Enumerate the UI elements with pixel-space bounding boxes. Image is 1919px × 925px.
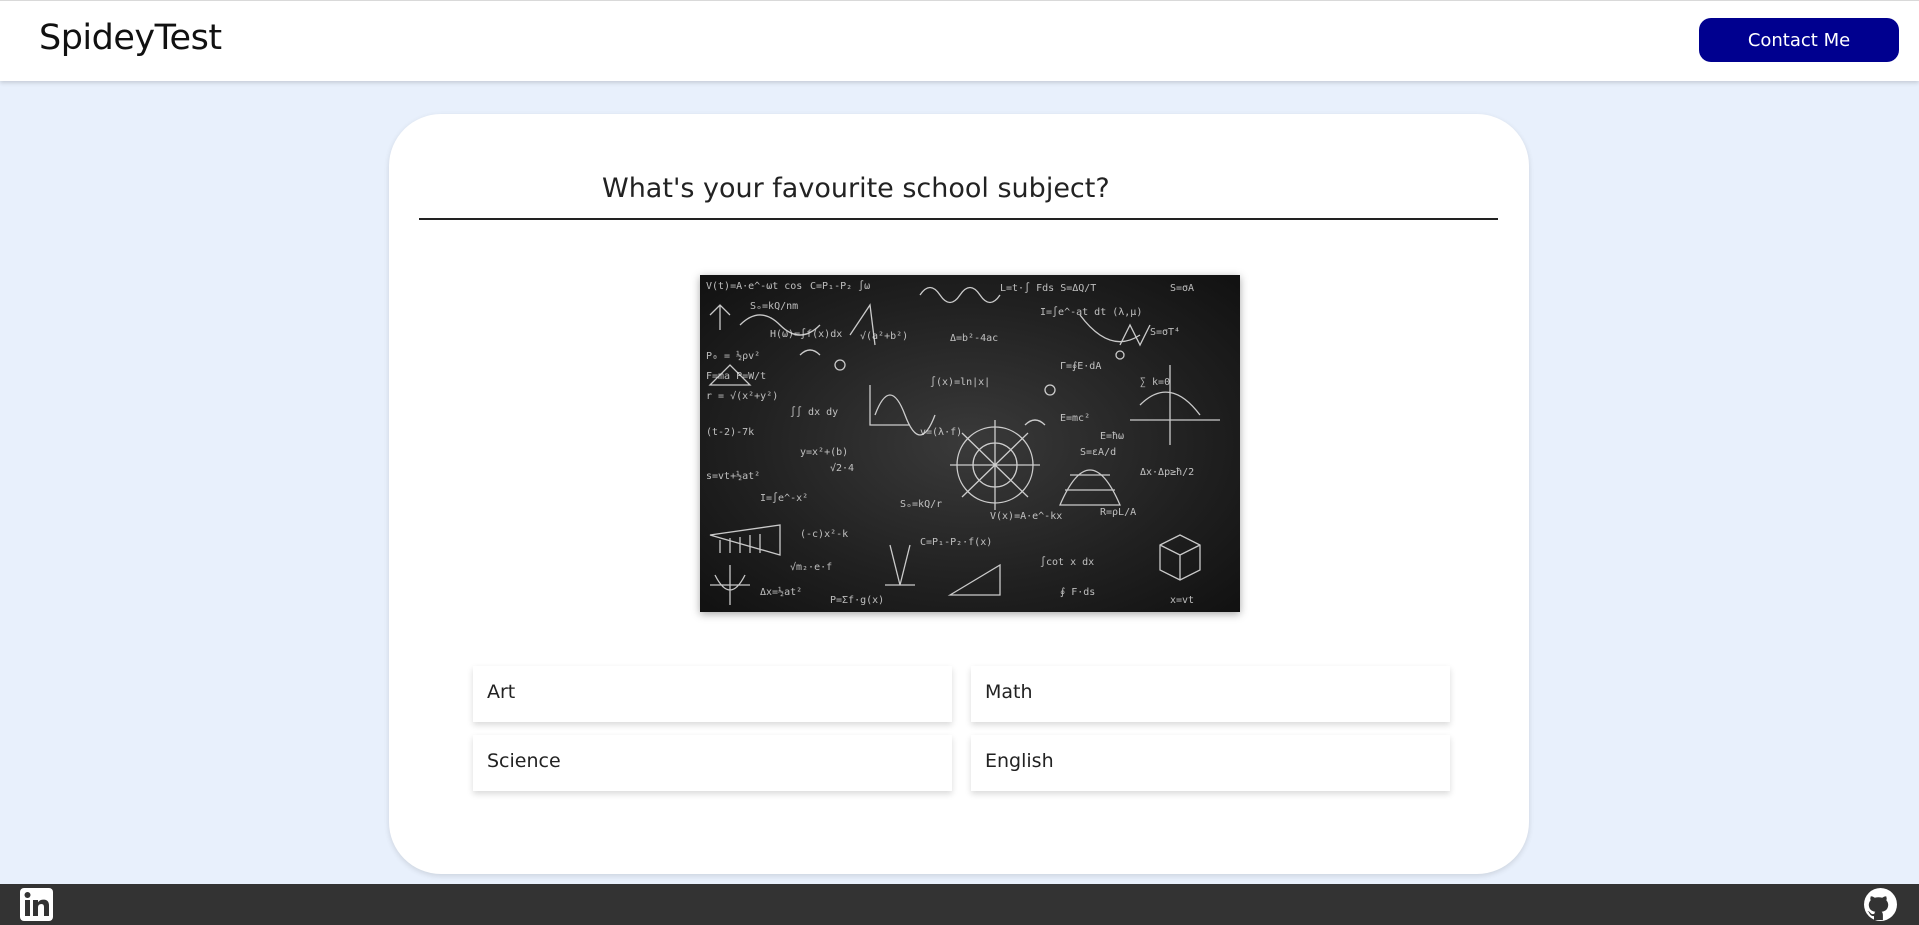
linkedin-icon[interactable]	[19, 887, 54, 922]
svg-text:(-c)x²-k: (-c)x²-k	[800, 529, 848, 540]
contact-me-button[interactable]: Contact Me	[1699, 18, 1899, 62]
option-math[interactable]: Math	[971, 666, 1450, 722]
svg-text:S=σA: S=σA	[1170, 283, 1194, 294]
option-english[interactable]: English	[971, 735, 1450, 791]
svg-text:I=∫e^-x²: I=∫e^-x²	[760, 492, 808, 504]
option-art[interactable]: Art	[473, 666, 952, 722]
question-divider	[419, 218, 1498, 220]
svg-text:V(x)=A·e^-kx: V(x)=A·e^-kx	[990, 511, 1062, 522]
github-icon[interactable]	[1863, 887, 1898, 922]
svg-text:Sₒ=kQ/nm: Sₒ=kQ/nm	[750, 301, 798, 312]
svg-text:F=ma P=W/t: F=ma P=W/t	[706, 371, 766, 382]
svg-text:P₀ = ½ρv²: P₀ = ½ρv²	[706, 350, 760, 362]
svg-text:C=P₁-P₂ ∫ω: C=P₁-P₂ ∫ω	[810, 280, 870, 292]
svg-text:I=∫e^-at dt (λ,μ): I=∫e^-at dt (λ,μ)	[1040, 306, 1142, 318]
svg-text:√m₂·e·f: √m₂·e·f	[790, 561, 832, 573]
svg-text:√2·4: √2·4	[830, 462, 854, 474]
svg-text:Γ=∮E·dA: Γ=∮E·dA	[1060, 361, 1101, 372]
option-science[interactable]: Science	[473, 735, 952, 791]
svg-text:r = √(x²+y²): r = √(x²+y²)	[706, 390, 778, 402]
svg-text:∫cot x dx: ∫cot x dx	[1040, 556, 1094, 568]
svg-text:S=εA/d: S=εA/d	[1080, 447, 1116, 458]
question-image: V(t)=A·e^-ωt cos C=P₁-P₂ ∫ω L=t·∫ Fds S=…	[700, 275, 1240, 612]
svg-text:y=x²+(b): y=x²+(b)	[800, 447, 848, 458]
chalkboard-equations-icon: V(t)=A·e^-ωt cos C=P₁-P₂ ∫ω L=t·∫ Fds S=…	[706, 280, 1220, 606]
svg-text:P=Σf·g(x): P=Σf·g(x)	[830, 595, 884, 606]
svg-text:E=ħω: E=ħω	[1100, 431, 1124, 442]
svg-text:v=(λ·f): v=(λ·f)	[920, 427, 962, 438]
svg-text:s=vt+½at²: s=vt+½at²	[706, 470, 760, 482]
svg-text:(t-2)-7k: (t-2)-7k	[706, 427, 754, 438]
svg-text:Δ=b²-4ac: Δ=b²-4ac	[950, 333, 998, 344]
svg-text:∫(x)=ln|x|: ∫(x)=ln|x|	[930, 376, 990, 388]
svg-text:R=ρL/A: R=ρL/A	[1100, 507, 1136, 518]
svg-text:L=t·∫ Fds S=ΔQ/T: L=t·∫ Fds S=ΔQ/T	[1000, 282, 1096, 294]
svg-text:√(a²+b²): √(a²+b²)	[860, 330, 908, 342]
brand-logo[interactable]: SpideyTest	[39, 18, 222, 58]
footer	[0, 884, 1919, 925]
svg-text:V(t)=A·e^-ωt cos: V(t)=A·e^-ωt cos	[706, 281, 802, 292]
svg-text:x=vt: x=vt	[1170, 595, 1194, 606]
svg-text:Δx=½at²: Δx=½at²	[760, 586, 802, 598]
svg-text:H(ω)=∫f(x)dx: H(ω)=∫f(x)dx	[770, 328, 842, 340]
svg-text:Δx·Δp≥ħ/2: Δx·Δp≥ħ/2	[1140, 467, 1194, 478]
svg-text:∫∫ dx dy: ∫∫ dx dy	[790, 406, 838, 418]
question-title: What's your favourite school subject?	[602, 173, 1110, 204]
svg-text:C=P₁-P₂·f(x): C=P₁-P₂·f(x)	[920, 537, 992, 548]
svg-text:E=mc²: E=mc²	[1060, 413, 1090, 424]
svg-text:S=σT⁴: S=σT⁴	[1150, 327, 1180, 338]
svg-text:Sₒ=kQ/r: Sₒ=kQ/r	[900, 499, 942, 510]
svg-text:∑ k=0: ∑ k=0	[1140, 377, 1170, 388]
quiz-card: What's your favourite school subject? V(…	[389, 114, 1529, 874]
svg-text:∮ F·ds: ∮ F·ds	[1060, 587, 1095, 598]
navbar: SpideyTest Contact Me	[0, 0, 1919, 81]
